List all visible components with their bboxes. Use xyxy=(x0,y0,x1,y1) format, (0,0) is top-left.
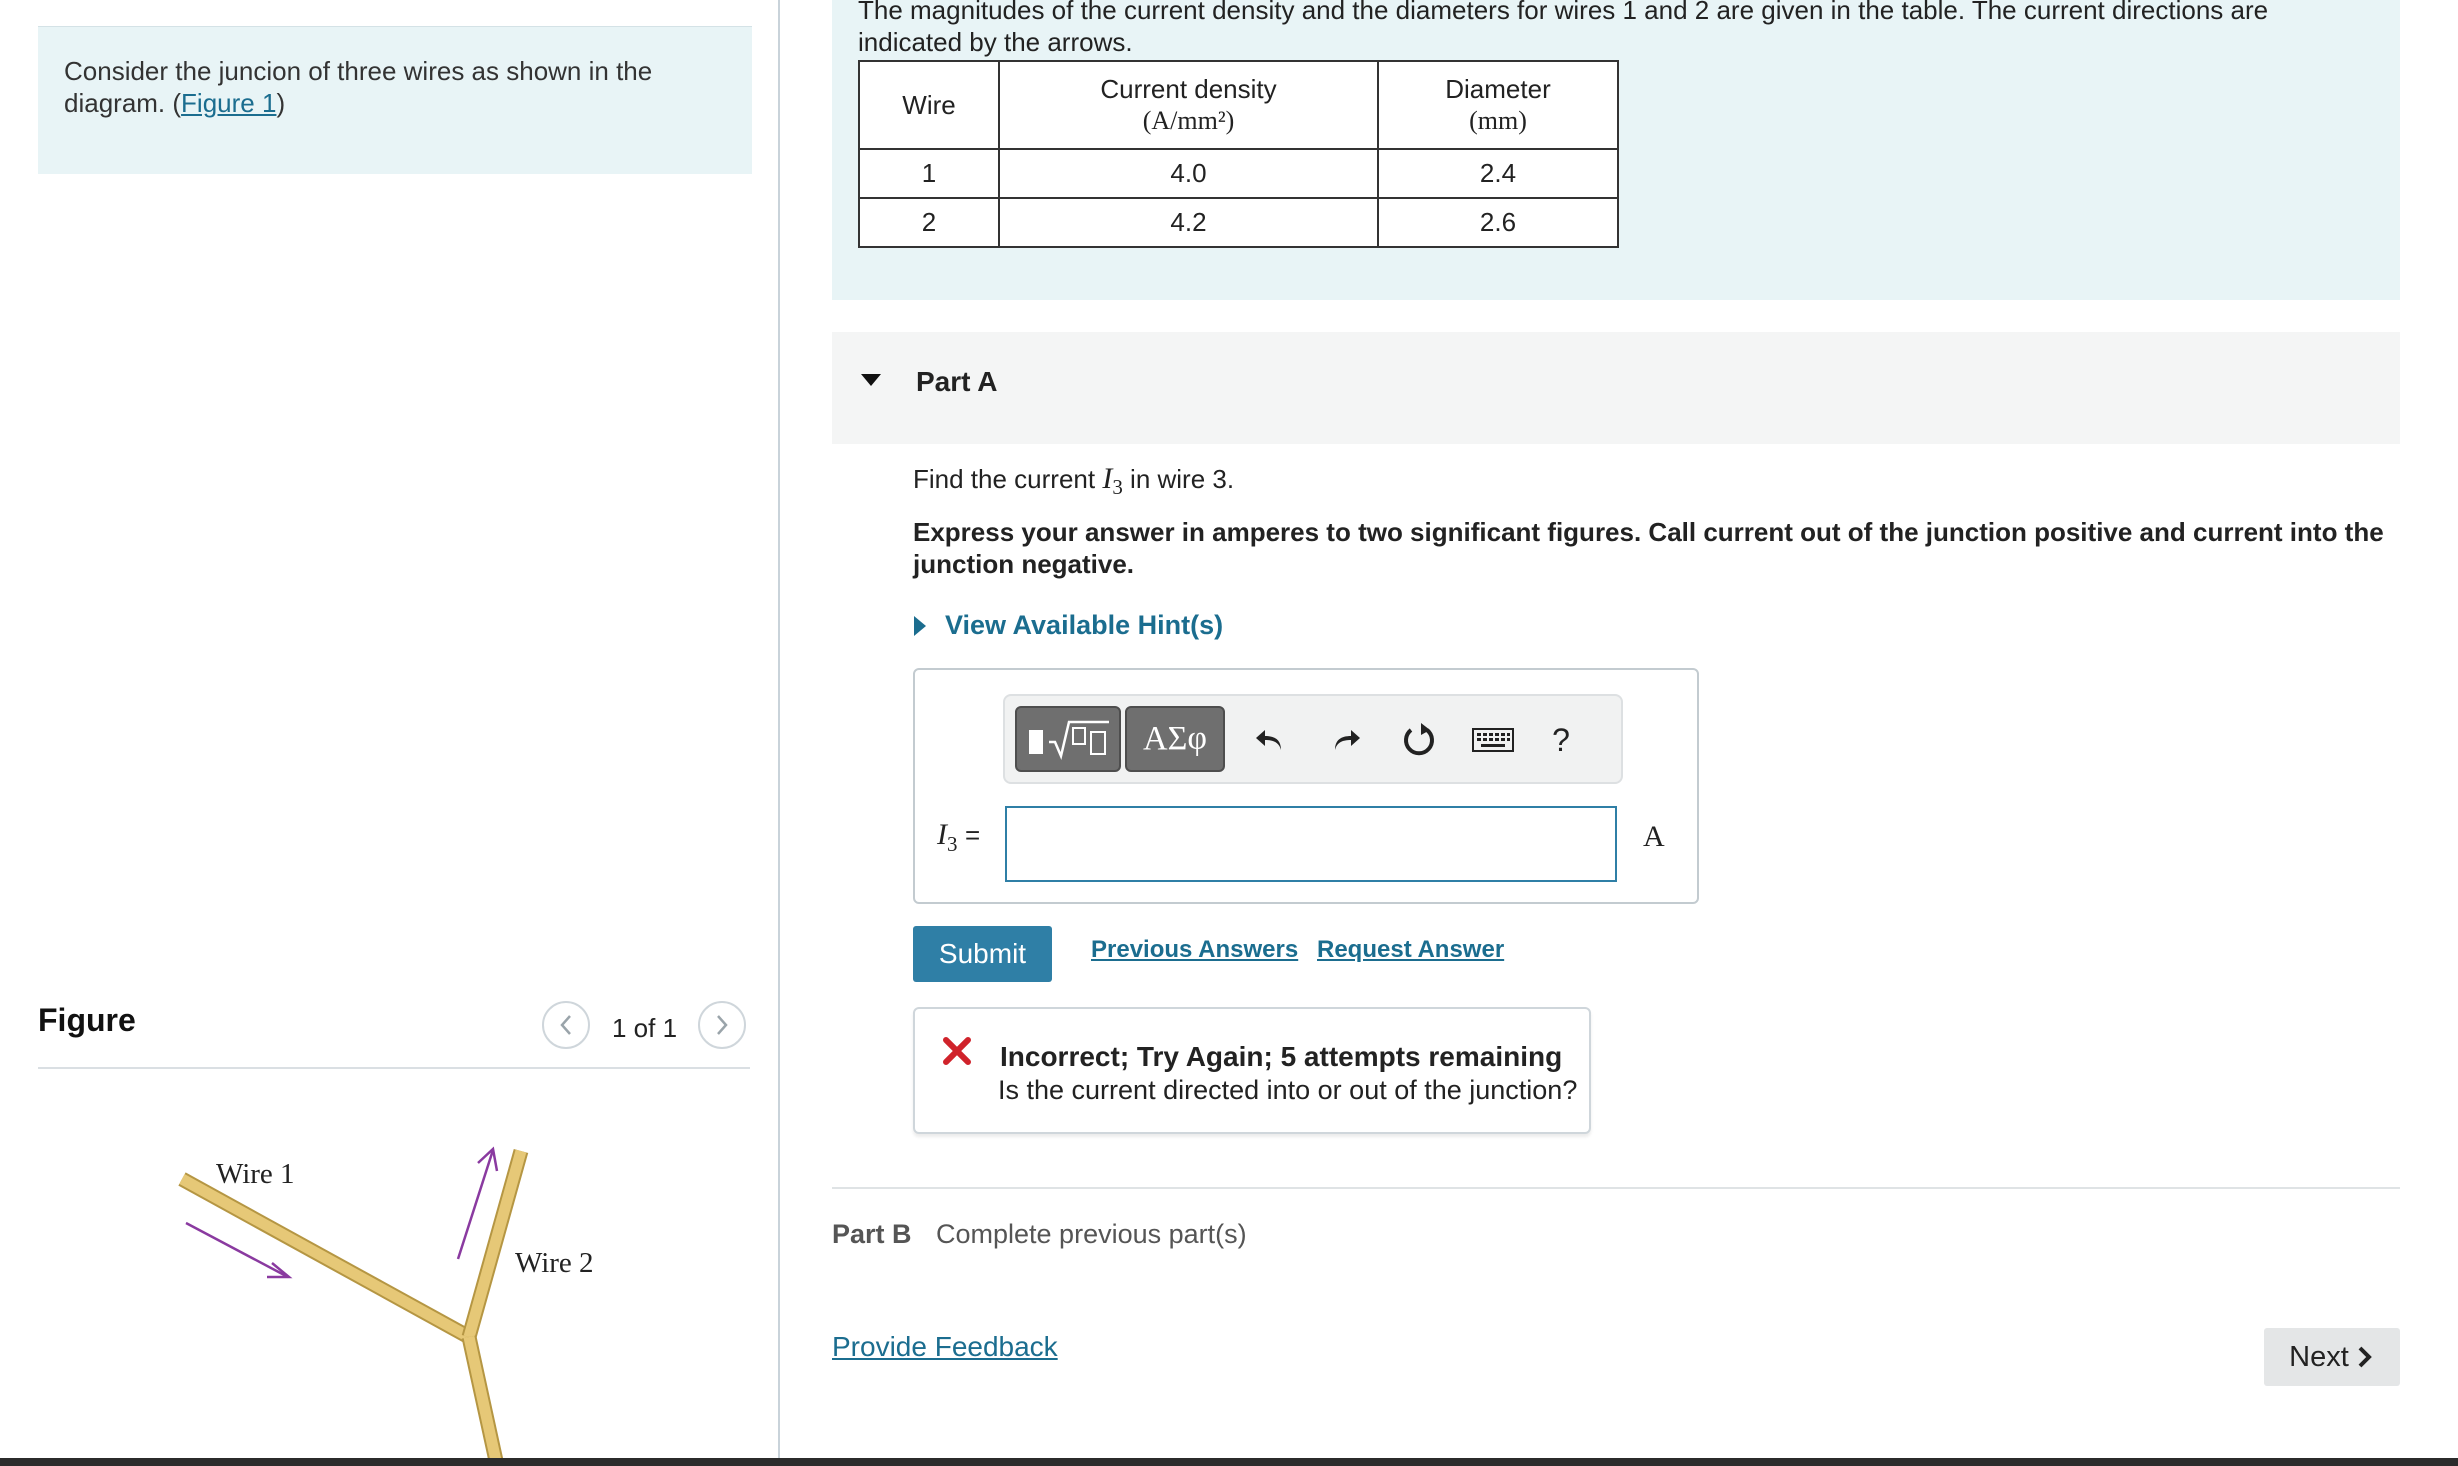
templates-sqrt-icon xyxy=(1029,720,1109,760)
caret-down-icon xyxy=(861,374,881,386)
help-button[interactable]: ? xyxy=(1539,718,1583,762)
question-text: Find the current I3 in wire 3. xyxy=(913,462,1234,500)
unit-label: A xyxy=(1643,820,1665,853)
redo-icon xyxy=(1335,730,1360,750)
problem-statement: The magnitudes of the current density an… xyxy=(832,0,2400,300)
figure-title: Figure xyxy=(38,1002,136,1038)
bottom-bar xyxy=(0,1458,2458,1466)
header-wire: Wire xyxy=(858,60,1000,150)
figure-prev-button[interactable] xyxy=(542,1001,590,1049)
pane-divider[interactable] xyxy=(778,0,780,1466)
chevron-right-icon xyxy=(717,1015,728,1035)
header-current-density: Current density (A/mm²) xyxy=(998,60,1379,150)
feedback-message: Is the current directed into or out of t… xyxy=(998,1075,1578,1105)
header-diameter-unit: (mm) xyxy=(1469,106,1527,135)
data-table: Wire Current density (A/mm²) Diameter (m… xyxy=(858,60,1619,248)
previous-answers-link[interactable]: Previous Answers xyxy=(1091,936,1298,964)
feedback-box: Incorrect; Try Again; 5 attempts remaini… xyxy=(913,1007,1591,1134)
caret-right-icon xyxy=(914,615,926,636)
cell-diameter: 2.6 xyxy=(1377,197,1619,248)
keyboard-button[interactable] xyxy=(1471,718,1515,762)
junction-diagram: Wire 1 Wire 2 xyxy=(178,1146,594,1466)
request-answer-link[interactable]: Request Answer xyxy=(1317,936,1504,964)
answer-equals: = xyxy=(965,820,981,850)
part-a-label: Part A xyxy=(916,366,998,397)
wire-3-shape xyxy=(461,1335,505,1466)
figure-pager-count: 1 of 1 xyxy=(612,1013,678,1043)
header-density-unit: (A/mm²) xyxy=(1142,106,1235,135)
figure-divider xyxy=(38,1067,750,1069)
cell-wire: 2 xyxy=(858,197,1000,248)
templates-button[interactable] xyxy=(1015,706,1121,772)
chevron-right-icon xyxy=(2358,1346,2372,1368)
view-hints-label: View Available Hint(s) xyxy=(945,610,1224,640)
feedback-title: Incorrect; Try Again; 5 attempts remaini… xyxy=(1000,1041,1563,1072)
answer-box: ΑΣφ ? I3 = A xyxy=(913,668,1699,904)
wire-2-label: Wire 2 xyxy=(515,1247,594,1279)
answer-input[interactable] xyxy=(1005,806,1617,882)
answer-sub: 3 xyxy=(947,832,958,856)
part-divider xyxy=(832,1187,2400,1189)
table-row: 1 4.0 2.4 xyxy=(858,148,1619,199)
chevron-left-icon xyxy=(560,1015,571,1035)
next-label: Next xyxy=(2289,1340,2349,1373)
part-a-header[interactable]: Part A xyxy=(832,332,2400,444)
cell-density: 4.0 xyxy=(998,148,1379,199)
instructions: Express your answer in amperes to two si… xyxy=(913,517,2384,579)
table-row: 2 4.2 2.6 xyxy=(858,197,1619,248)
figure-1-link[interactable]: Figure 1 xyxy=(181,88,276,118)
undo-button[interactable] xyxy=(1249,718,1293,762)
header-diameter-label: Diameter xyxy=(1445,74,1551,104)
view-hints-toggle[interactable]: View Available Hint(s) xyxy=(913,610,1223,641)
intro-text-end: ) xyxy=(276,88,286,118)
cell-wire: 1 xyxy=(858,148,1000,199)
left-pane: Consider the juncion of three wires as s… xyxy=(0,0,778,1466)
problem-text: The magnitudes of the current density an… xyxy=(858,0,2269,57)
greek-symbols-button[interactable]: ΑΣφ xyxy=(1125,706,1225,772)
x-icon xyxy=(943,1037,971,1065)
math-toolbar: ΑΣφ ? xyxy=(1003,694,1623,784)
part-b-label: Part B xyxy=(832,1219,912,1249)
part-b-status: Complete previous part(s) xyxy=(936,1219,1247,1249)
question-post: in wire 3. xyxy=(1122,464,1235,494)
reset-button[interactable] xyxy=(1397,718,1441,762)
wire-1-label: Wire 1 xyxy=(216,1158,295,1190)
submit-button[interactable]: Submit xyxy=(913,926,1052,982)
reset-icon xyxy=(1404,723,1434,756)
undo-icon xyxy=(1256,730,1281,750)
wire-1-shape xyxy=(178,1172,473,1344)
wire-2-shape xyxy=(461,1148,529,1340)
figure-next-button[interactable] xyxy=(698,1001,746,1049)
header-density-label: Current density xyxy=(1100,74,1277,104)
table-header-row: Wire Current density (A/mm²) Diameter (m… xyxy=(858,60,1619,150)
provide-feedback-link[interactable]: Provide Feedback xyxy=(832,1331,1058,1363)
question-var: I xyxy=(1102,462,1113,495)
intro-text: Consider the juncion of three wires as s… xyxy=(64,56,653,118)
cell-diameter: 2.4 xyxy=(1377,148,1619,199)
question-sub: 3 xyxy=(1112,475,1123,500)
intro-box: Consider the juncion of three wires as s… xyxy=(38,26,752,174)
keyboard-icon xyxy=(1472,728,1514,752)
next-button[interactable]: Next xyxy=(2264,1328,2400,1386)
cell-density: 4.2 xyxy=(998,197,1379,248)
header-diameter: Diameter (mm) xyxy=(1377,60,1619,150)
answer-var: I xyxy=(937,818,947,851)
answer-variable-label: I3 = xyxy=(937,818,980,857)
redo-button[interactable] xyxy=(1323,718,1367,762)
question-pre: Find the current xyxy=(913,464,1103,494)
